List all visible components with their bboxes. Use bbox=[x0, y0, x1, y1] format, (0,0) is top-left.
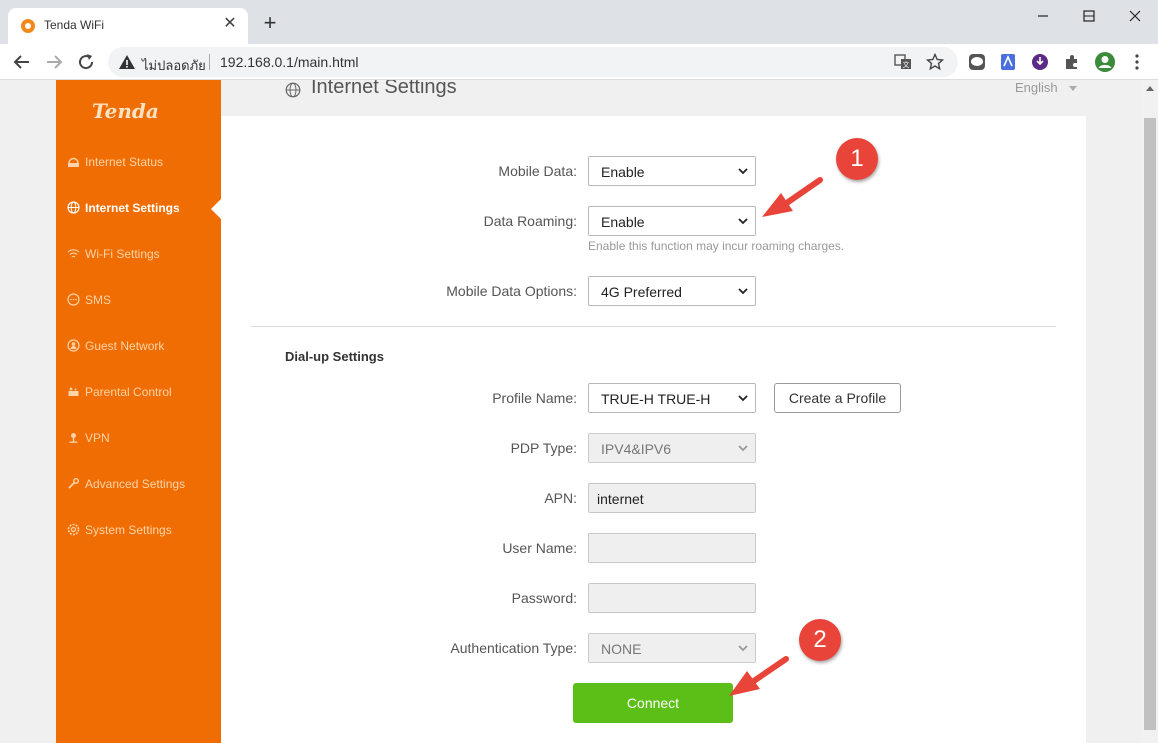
step-badge-2: 2 bbox=[799, 619, 841, 661]
arrow-1-icon bbox=[762, 177, 823, 217]
annotation-arrows bbox=[729, 177, 823, 696]
arrow-2-icon bbox=[729, 656, 789, 696]
step-badge-1: 1 bbox=[836, 138, 878, 180]
